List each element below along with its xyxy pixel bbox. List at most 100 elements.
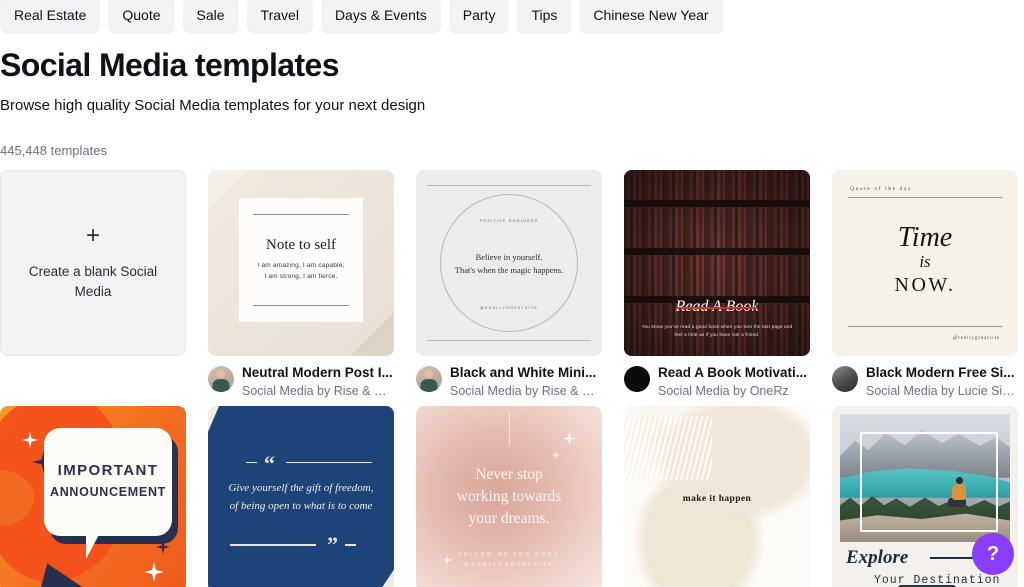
template-title[interactable]: Black Modern Free Si... bbox=[866, 364, 1018, 382]
chip-travel[interactable]: Travel bbox=[246, 0, 313, 34]
note-line-1: I am amazing, I am capable, bbox=[257, 262, 345, 270]
avatar bbox=[832, 365, 858, 392]
quote-kicker: Quote of the day bbox=[850, 185, 913, 192]
explore-word: Explore bbox=[846, 546, 909, 568]
avatar bbox=[208, 365, 234, 392]
sparkle-icon bbox=[22, 431, 38, 448]
page-title: Social Media templates bbox=[0, 47, 340, 83]
dream-line-2: working towards bbox=[456, 487, 562, 505]
template-meta: Black and White Mini... Social Media by … bbox=[416, 356, 602, 406]
grid-cell: “ Give yourself the gift of freedom, of … bbox=[208, 405, 394, 587]
divider-line bbox=[427, 339, 591, 341]
grid-cell: Quote of the day Time is NOW. @reallygre… bbox=[832, 169, 1018, 406]
sparkle-icon bbox=[552, 446, 560, 464]
dash-line bbox=[246, 461, 257, 464]
chip-sale[interactable]: Sale bbox=[182, 0, 239, 34]
dream-line-3: your dreams. bbox=[468, 509, 550, 527]
grid-cell: Note to self I am amazing, I am capable,… bbox=[208, 169, 394, 406]
template-meta: Neutral Modern Post I... Social Media by… bbox=[208, 356, 394, 406]
template-grid: + Create a blank Social Media Note to se… bbox=[0, 169, 1024, 587]
template-thumbnail[interactable]: Never stop working towards your dreams. … bbox=[416, 405, 602, 587]
dash-line bbox=[345, 544, 356, 546]
template-thumbnail[interactable]: Note to self I am amazing, I am capable,… bbox=[208, 169, 394, 356]
close-quote-mark: ” bbox=[327, 531, 338, 557]
template-thumbnail[interactable]: IMPORTANT ANNOUNCEMENT bbox=[0, 405, 186, 587]
grid-cell: + Create a blank Social Media bbox=[0, 169, 186, 406]
template-title[interactable]: Read A Book Motivati... bbox=[658, 364, 807, 382]
template-title[interactable]: Black and White Mini... bbox=[450, 364, 602, 382]
sparkle-icon bbox=[156, 539, 170, 554]
chip-party[interactable]: Party bbox=[448, 0, 510, 34]
quote-word-1: Time bbox=[897, 221, 953, 253]
arc-text-bottom: @REALLYGREATSITE bbox=[479, 305, 539, 310]
dream-footer: FOLLOW ME FOR MORE @REALLYGREATSITE bbox=[416, 550, 602, 570]
make-it-happen-text: make it happen bbox=[682, 493, 752, 504]
quote-text: Believe in yourself. That's when the mag… bbox=[416, 251, 602, 278]
avatar bbox=[624, 365, 650, 392]
chip-quote[interactable]: Quote bbox=[108, 0, 175, 34]
page-subtitle: Browse high quality Social Media templat… bbox=[0, 96, 426, 114]
template-thumbnail[interactable]: make it happen bbox=[624, 405, 810, 587]
template-author[interactable]: Social Media by Rise & Roa... bbox=[242, 383, 394, 401]
divider-line bbox=[286, 461, 372, 464]
announcement-line-1: IMPORTANT bbox=[57, 461, 159, 479]
open-quote-mark: “ bbox=[264, 450, 275, 476]
chip-real-estate[interactable]: Real Estate bbox=[0, 0, 101, 34]
thin-line bbox=[509, 411, 510, 446]
speech-bubble-tail bbox=[86, 528, 102, 559]
divider-line bbox=[253, 304, 349, 306]
travel-photo bbox=[840, 413, 1010, 542]
grid-cell: Read A Book You know you've read a good … bbox=[624, 169, 810, 406]
arc-text-top: POSITIVE REMINDER bbox=[479, 218, 539, 223]
footer-line-1: FOLLOW ME FOR MORE bbox=[458, 551, 560, 558]
grid-cell: make it happen bbox=[624, 405, 810, 587]
social-handle: @reallygreatsite bbox=[952, 335, 1000, 341]
note-card-inner: Note to self I am amazing, I am capable,… bbox=[239, 197, 363, 322]
quote-word-2: is bbox=[919, 252, 931, 272]
category-chip-row: Real Estate Quote Sale Travel Days & Eve… bbox=[0, 0, 1024, 38]
announcement-line-2: ANNOUNCEMENT bbox=[49, 484, 167, 499]
help-button[interactable]: ? bbox=[972, 533, 1014, 575]
divider-line bbox=[427, 184, 591, 186]
photo-frame-overlay bbox=[860, 431, 998, 532]
book-body-text: You know you've read a good book when yo… bbox=[641, 323, 793, 338]
quote-word-3: NOW. bbox=[894, 274, 956, 297]
template-title[interactable]: Neutral Modern Post I... bbox=[242, 364, 394, 382]
grid-cell: POSITIVE REMINDER Believe in yourself. T… bbox=[416, 169, 602, 406]
quote-stack: Time is NOW. bbox=[832, 221, 1018, 299]
create-blank-label: Create a blank Social Media bbox=[28, 264, 158, 299]
plus-icon: + bbox=[85, 222, 100, 250]
template-author[interactable]: Social Media by Rise & Roa... bbox=[450, 383, 602, 401]
divider-line bbox=[848, 325, 1002, 327]
note-heading: Note to self bbox=[266, 237, 336, 254]
quote-line-1: Believe in yourself. bbox=[475, 251, 543, 262]
speech-bubble bbox=[44, 427, 172, 536]
note-line-2: I am strong, I am fierce. bbox=[264, 272, 338, 280]
template-count: 445,448 templates bbox=[0, 142, 107, 158]
chip-chinese-new-year[interactable]: Chinese New Year bbox=[579, 0, 723, 34]
divider-line bbox=[230, 544, 316, 546]
template-thumbnail[interactable]: Read A Book You know you've read a good … bbox=[624, 169, 810, 356]
template-thumbnail[interactable]: “ Give yourself the gift of freedom, of … bbox=[208, 405, 394, 587]
template-thumbnail[interactable]: POSITIVE REMINDER Believe in yourself. T… bbox=[416, 169, 602, 356]
strike-line bbox=[676, 307, 758, 309]
chip-days-and-events[interactable]: Days & Events bbox=[320, 0, 441, 34]
template-thumbnail[interactable]: Quote of the day Time is NOW. @reallygre… bbox=[832, 169, 1018, 356]
sparkle-icon bbox=[144, 561, 164, 582]
quote-line-2: That's when the magic happens. bbox=[454, 265, 564, 276]
grid-cell: IMPORTANT ANNOUNCEMENT bbox=[0, 405, 186, 587]
templates-page: Real Estate Quote Sale Travel Days & Eve… bbox=[0, 0, 1024, 587]
footer-line-2: @REALLYGREATSITE bbox=[463, 561, 555, 568]
template-author[interactable]: Social Media by OneRz bbox=[658, 383, 807, 401]
sparkle-icon bbox=[563, 431, 576, 450]
template-meta: Black Modern Free Si... Social Media by … bbox=[832, 356, 1018, 406]
template-author[interactable]: Social Media by Lucie Sind... bbox=[866, 383, 1018, 401]
avatar bbox=[416, 365, 442, 392]
dream-line-1: Never stop bbox=[475, 465, 543, 483]
divider-line bbox=[253, 213, 349, 215]
dream-text: Never stop working towards your dreams. bbox=[426, 464, 592, 530]
quote-body: Give yourself the gift of freedom, of be… bbox=[228, 481, 374, 512]
chip-tips[interactable]: Tips bbox=[517, 0, 572, 34]
template-meta: Read A Book Motivati... Social Media by … bbox=[624, 356, 810, 406]
create-blank-card[interactable]: + Create a blank Social Media bbox=[0, 169, 186, 356]
